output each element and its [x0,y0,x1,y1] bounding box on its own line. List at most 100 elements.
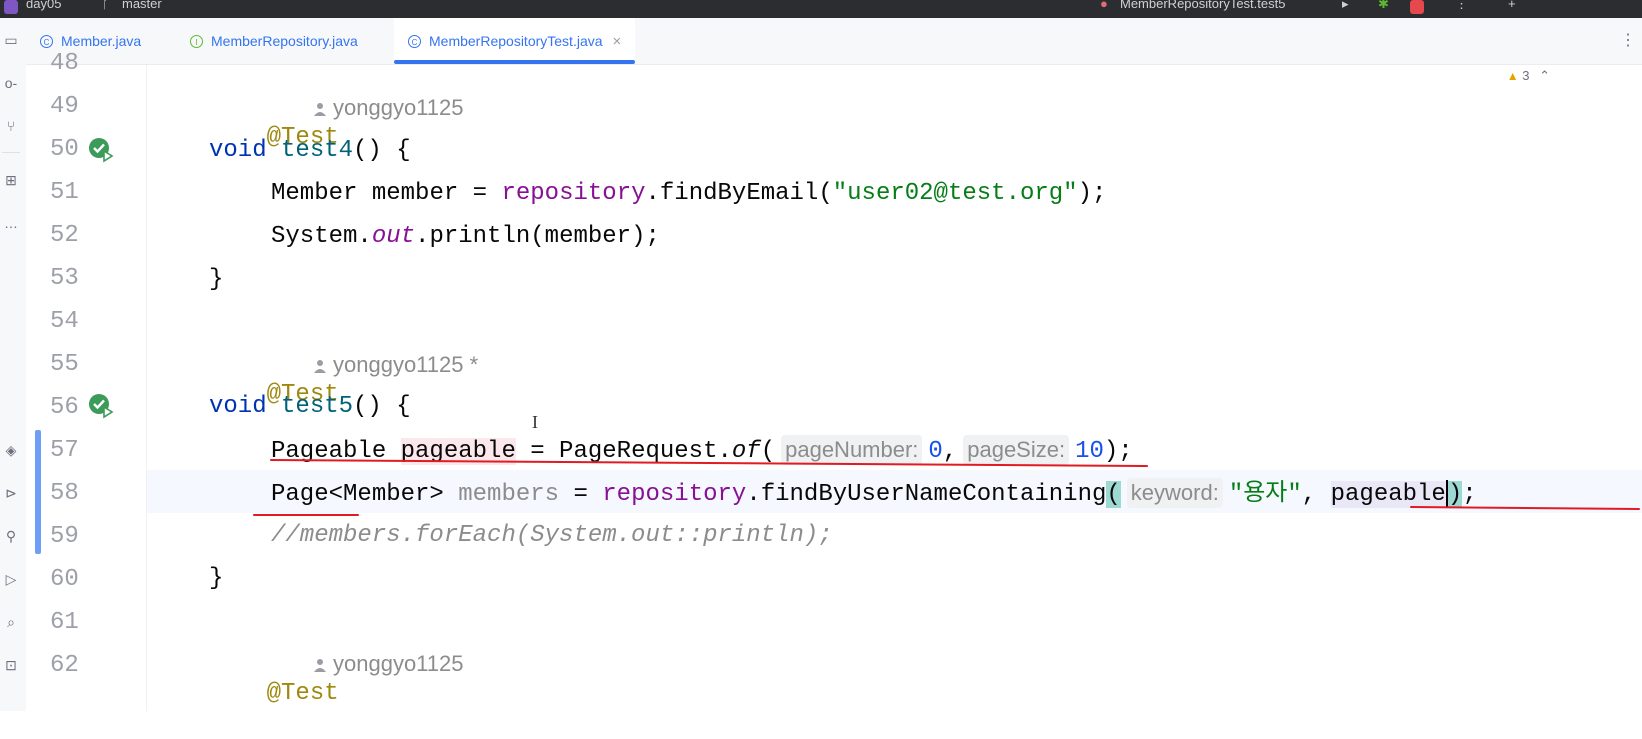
unused-variable[interactable]: members [458,481,559,508]
code-editor[interactable]: @Test yonggyo1125 void test4() { Member … [147,65,1642,711]
line-number[interactable]: 55 [50,351,90,378]
method-call[interactable]: .println(member); [415,223,660,250]
structure-icon[interactable]: ⊞ [0,170,22,190]
code-line[interactable]: void test4() { [209,136,411,166]
run-icon[interactable]: ▷ [0,569,22,589]
person-icon [314,360,326,374]
run-config-name[interactable]: MemberRepositoryTest.test5 [1120,0,1285,11]
code-line[interactable]: Member member = repository.findByEmail("… [271,179,1106,209]
line-number[interactable]: 57 [50,437,90,464]
commit-icon[interactable]: o- [0,73,22,93]
layers-icon[interactable]: ◈ [0,440,22,460]
sidebar-separator [2,152,20,153]
branch-icon[interactable]: ᚴ [102,0,110,11]
annotation[interactable]: @Test [267,680,339,707]
tabs-menu-icon[interactable]: ⋮ [1620,30,1636,50]
inspection-widget[interactable]: ▲ 3 ⌃ [1507,68,1550,84]
parameter-hint: pageNumber: [781,435,923,465]
tab-member-repository-java[interactable]: I MemberRepository.java [190,18,358,64]
method-name[interactable]: test4 [281,137,353,164]
code-text: () { [353,393,411,420]
code-text: , [942,438,958,465]
code-line[interactable]: Page<Member> members = repository.findBy… [271,478,1477,510]
method-call[interactable]: .findByUserNameContaining [746,481,1106,508]
line-number[interactable]: 56 [50,394,90,421]
stop-button-icon[interactable] [1410,0,1424,14]
branch-name[interactable]: master [122,0,162,11]
line-number[interactable]: 58 [50,480,90,507]
line-number[interactable]: 62 [50,652,90,679]
services-icon[interactable]: ⊳ [0,483,22,503]
more-icon[interactable]: … [0,213,22,233]
code-line[interactable]: //members.forEach(System.out::println); [271,521,833,551]
warning-count: 3 [1522,68,1530,83]
string-literal: "용자" [1228,481,1302,508]
type-name[interactable]: Member [271,180,357,207]
line-number[interactable]: 59 [50,523,90,550]
field-ref[interactable]: repository [602,481,746,508]
author-hint[interactable]: yonggyo1125 [313,95,464,121]
code-line[interactable]: void test5() { [209,392,411,422]
tab-member-repository-test-java[interactable]: C MemberRepositoryTest.java × [394,18,636,64]
method-call[interactable]: .findByEmail( [646,180,833,207]
line-number[interactable]: 52 [50,222,90,249]
project-name[interactable]: day05 [26,0,61,11]
code-text: ) [1447,481,1463,508]
line-number[interactable]: 48 [50,50,90,77]
code-line[interactable]: System.out.println(member); [271,222,660,252]
find-icon[interactable]: ⌕ [0,612,22,632]
author-name: yonggyo1125 [333,651,464,676]
method-name[interactable]: test5 [281,393,353,420]
variable[interactable]: member [372,180,458,207]
debug-button-icon[interactable]: ✱ [1378,0,1389,12]
person-icon [314,659,326,673]
line-number[interactable]: 49 [50,93,90,120]
static-field[interactable]: out [372,223,415,250]
class-ref[interactable]: System. [271,223,372,250]
code-line[interactable]: } [209,265,223,295]
number-literal: 0 [928,438,943,465]
code-text: ( [1106,481,1121,508]
line-number[interactable]: 54 [50,308,90,335]
add-user-icon[interactable]: + [1508,0,1516,11]
class-icon: C [40,34,53,48]
title-bar: day05 ᚴ master ● MemberRepositoryTest.te… [0,0,1642,18]
code-text: = [458,180,502,207]
variable[interactable]: pageable [1330,481,1446,508]
tab-label: MemberRepository.java [211,33,358,49]
run-test-icon[interactable] [88,137,114,163]
vcs-change-marker[interactable] [35,430,41,554]
problems-icon[interactable]: ⚲ [0,526,22,546]
author-hint[interactable]: yonggyo1125 * [313,352,478,378]
method-call[interactable]: of [732,438,761,465]
code-line[interactable]: } [209,564,223,594]
type-name[interactable]: Page<Member> [271,481,444,508]
line-number[interactable]: 61 [50,609,90,636]
field-ref[interactable]: repository [501,180,645,207]
author-name: yonggyo1125 [333,95,464,120]
project-icon[interactable] [4,0,18,14]
editor-tabs: C Member.java I MemberRepository.java C … [26,18,1642,65]
code-text: ); [1103,438,1133,465]
red-underline-annotation [253,514,359,516]
project-icon[interactable]: ▭ [0,30,22,50]
line-number[interactable]: 50 [50,136,90,163]
terminal-icon[interactable]: ⊡ [0,655,22,675]
author-hint[interactable]: yonggyo1125 [313,651,464,677]
keyword: void [209,393,267,420]
chevron-up-icon[interactable]: ⌃ [1539,68,1550,83]
line-number[interactable]: 51 [50,179,90,206]
close-tab-icon[interactable]: × [613,33,622,50]
pull-requests-icon[interactable]: ⑂ [0,116,22,136]
author-name: yonggyo1125 * [333,352,479,377]
run-test-icon[interactable] [88,393,114,419]
parameter-hint: pageSize: [963,435,1070,465]
active-tab-indicator [394,60,636,64]
code-text: () { [353,137,411,164]
line-number[interactable]: 53 [50,265,90,292]
more-actions-icon[interactable]: ⋮ [1455,0,1468,12]
brace: } [209,565,224,592]
run-button-icon[interactable]: ▸ [1342,0,1349,12]
line-number[interactable]: 60 [50,566,90,593]
keyword: void [209,137,267,164]
